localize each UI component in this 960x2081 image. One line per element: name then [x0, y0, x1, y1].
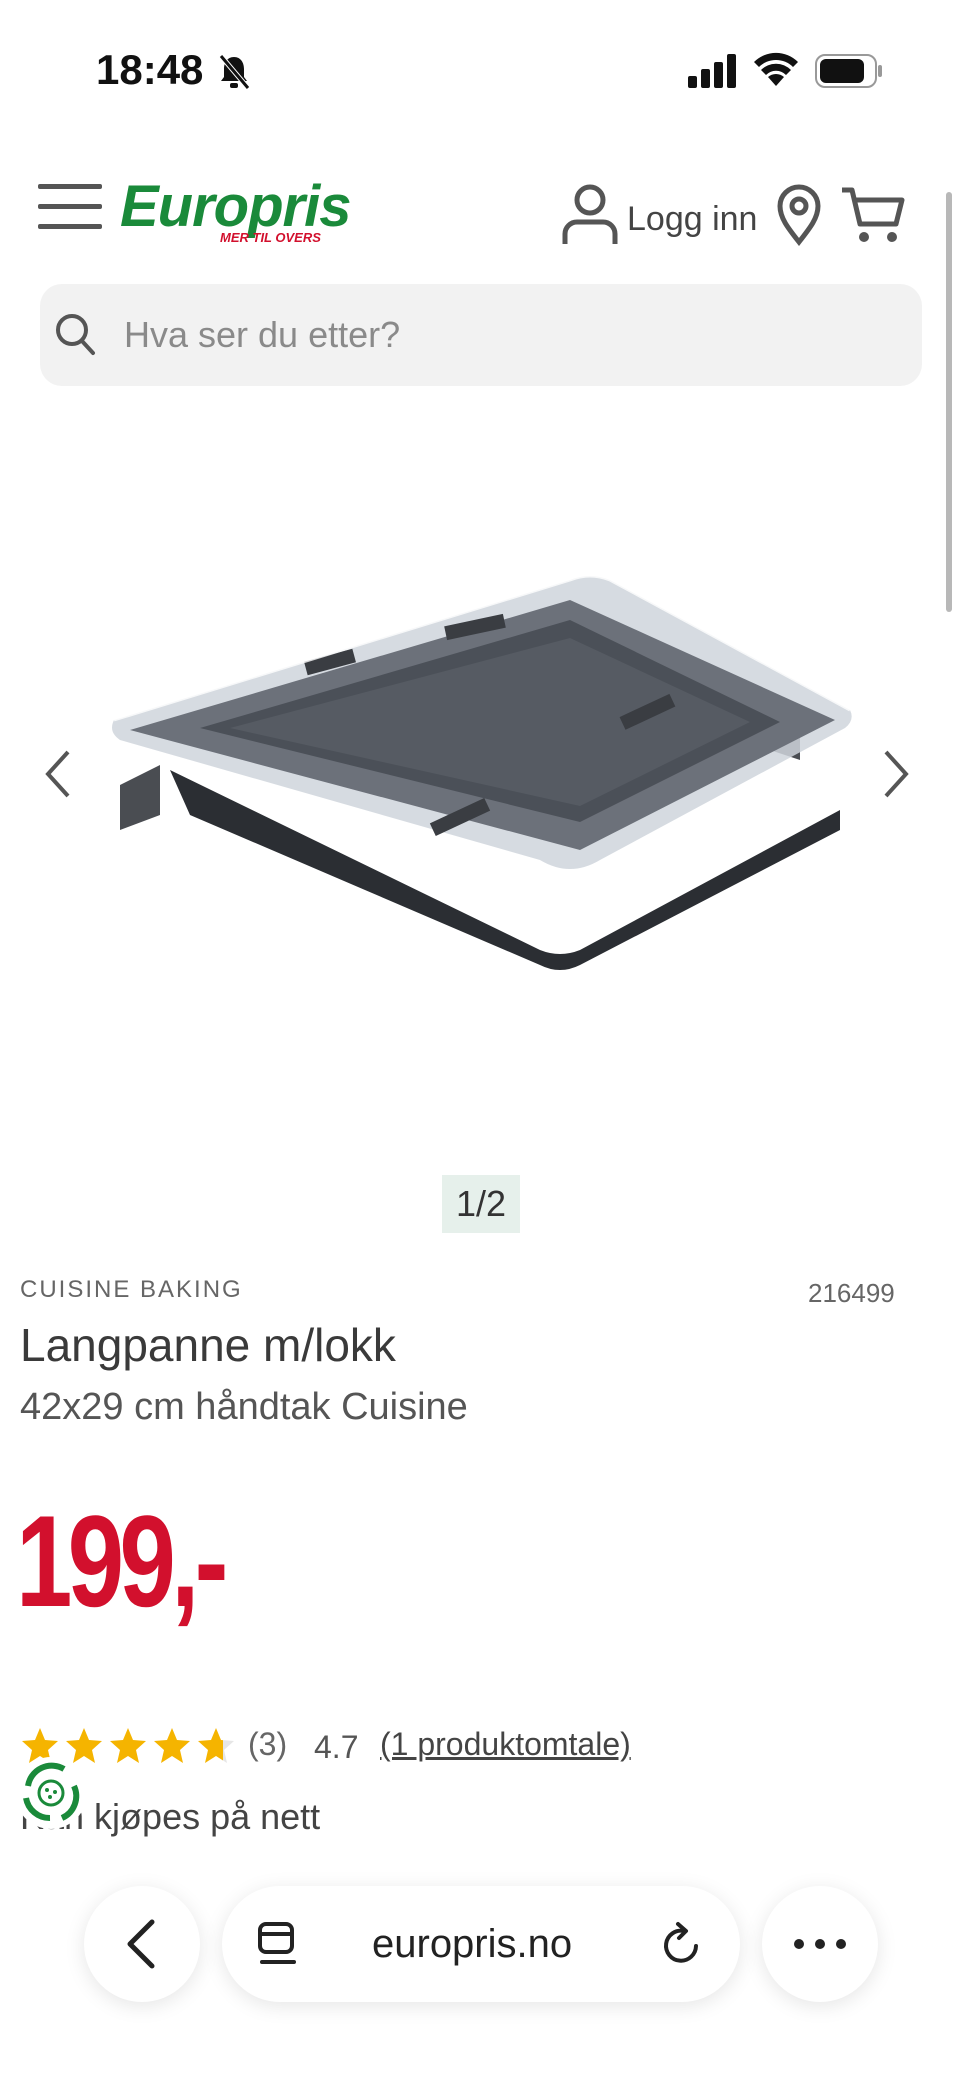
next-image-arrow-icon[interactable]: [876, 744, 916, 804]
reload-icon[interactable]: [660, 1920, 704, 1968]
rating-value: 4.7: [314, 1729, 359, 1765]
rating-count: (3): [248, 1726, 288, 1762]
europris-logo[interactable]: Europris MER TIL OVERS: [120, 176, 351, 246]
product-subtitle: 42x29 cm håndtak Cuisine: [20, 1386, 468, 1428]
browser-address-bar[interactable]: europris.no: [222, 1886, 740, 2002]
reviews-link-text[interactable]: (1 produktomtale): [380, 1726, 631, 1762]
search-icon: [56, 314, 95, 355]
search-input[interactable]: [122, 304, 886, 366]
search-bar[interactable]: [40, 284, 922, 386]
logo-text: Europris: [120, 174, 351, 239]
browser-back-button[interactable]: [84, 1886, 200, 2002]
previous-image-arrow-icon[interactable]: [40, 744, 80, 804]
eco-recycle-icon[interactable]: [14, 1756, 88, 1830]
cart-icon[interactable]: [840, 184, 906, 246]
bell-slash-icon: [219, 54, 250, 90]
product-price: 199,-: [16, 1488, 228, 1634]
product-sku: 216499: [808, 1278, 895, 1308]
reader-tabs-icon[interactable]: [256, 1920, 300, 1968]
product-title: Langpanne m/lokk: [20, 1319, 396, 1371]
chevron-left-icon: [127, 1919, 155, 1969]
user-icon[interactable]: [562, 184, 618, 246]
reviews-link[interactable]: (1 produktomtale): [380, 1726, 631, 1763]
battery-icon: [815, 54, 882, 88]
image-pager: 1/2: [442, 1175, 520, 1233]
wifi-icon: [754, 52, 798, 86]
url-text[interactable]: europris.no: [372, 1922, 572, 1967]
logo-tagline: MER TIL OVERS: [220, 230, 321, 245]
status-time: 18:48: [96, 46, 204, 93]
location-pin-icon[interactable]: [776, 184, 822, 246]
browser-more-button[interactable]: [762, 1886, 878, 2002]
product-brand[interactable]: CUISINE BAKING: [20, 1276, 243, 1304]
product-image[interactable]: [100, 560, 860, 980]
login-link[interactable]: Logg inn: [627, 200, 757, 239]
hamburger-menu-icon[interactable]: [38, 184, 102, 230]
more-dots-icon: [794, 1939, 846, 1949]
page-scrollbar[interactable]: [946, 192, 952, 612]
signal-icon: [688, 54, 736, 88]
